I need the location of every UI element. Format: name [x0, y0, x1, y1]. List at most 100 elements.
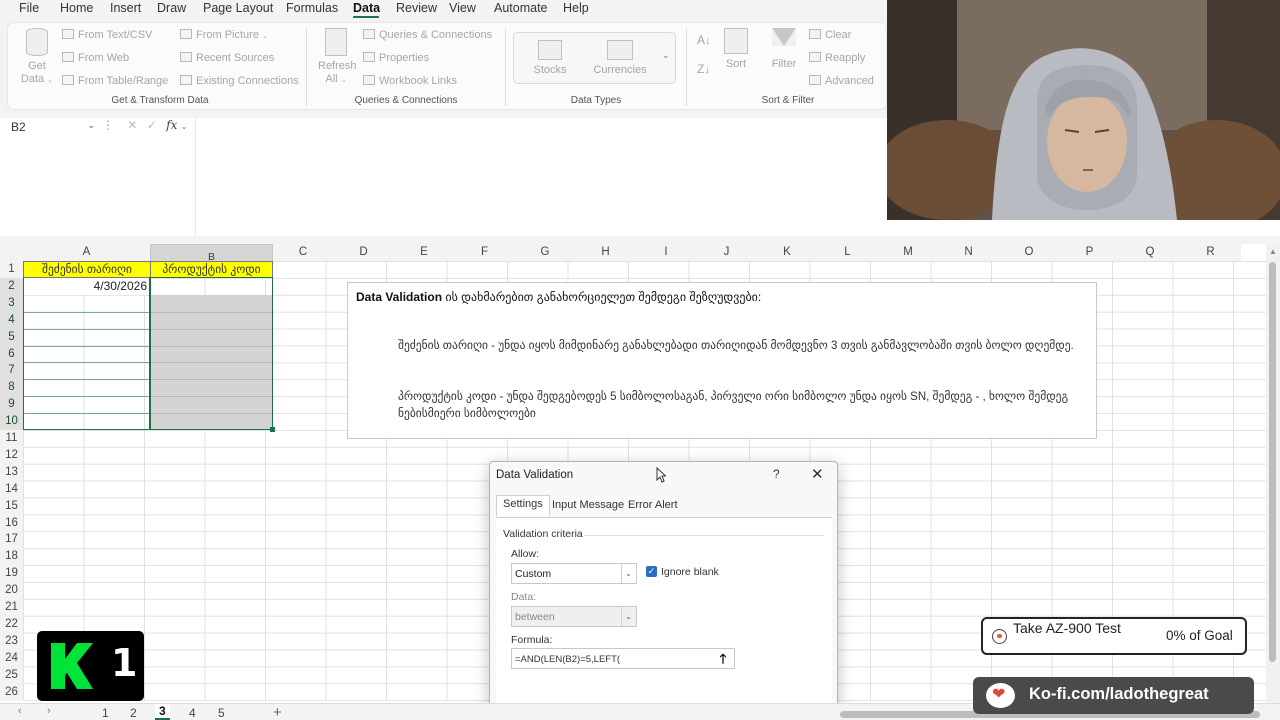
menu-review[interactable]: Review — [396, 1, 437, 15]
sort-descending-icon[interactable]: Z↓ — [697, 62, 710, 76]
column-header-e[interactable]: E — [394, 244, 454, 261]
row-header-18[interactable]: 18 — [0, 548, 23, 566]
row-header-8[interactable]: 8 — [0, 379, 23, 397]
row-header-3[interactable]: 3 — [0, 294, 23, 312]
next-sheet-icon[interactable]: › — [47, 705, 51, 717]
kofi-banner[interactable]: ❤ Ko-fi.com/ladothegreat — [973, 677, 1254, 714]
column-header-h[interactable]: H — [575, 244, 636, 261]
menu-insert[interactable]: Insert — [110, 1, 141, 15]
ignore-blank-checkbox[interactable]: ✓ — [646, 566, 657, 577]
select-all-corner[interactable] — [0, 244, 23, 261]
more-icon[interactable]: ⋮ — [102, 118, 114, 132]
clear-button[interactable]: Clear — [809, 29, 851, 41]
menu-formulas[interactable]: Formulas — [286, 1, 338, 15]
column-header-f[interactable]: F — [454, 244, 515, 261]
column-header-l[interactable]: L — [817, 244, 878, 261]
row-header-10[interactable]: 10 — [0, 413, 23, 431]
insert-function-button[interactable]: fx — [166, 118, 177, 132]
menu-data[interactable]: Data — [353, 1, 380, 15]
vertical-scroll-thumb[interactable] — [1269, 262, 1276, 662]
currencies-button[interactable]: Currencies — [592, 40, 648, 77]
filter-button[interactable]: Filter — [768, 28, 800, 71]
menu-home[interactable]: Home — [60, 1, 93, 15]
add-sheet-button[interactable]: + — [273, 704, 282, 720]
column-header-p[interactable]: P — [1059, 244, 1120, 261]
column-header-n[interactable]: N — [938, 244, 999, 261]
row-header-17[interactable]: 17 — [0, 531, 23, 549]
row-header-22[interactable]: 22 — [0, 615, 23, 633]
column-header-j[interactable]: J — [696, 244, 757, 261]
row-header-12[interactable]: 12 — [0, 446, 23, 464]
formula-field[interactable]: =AND(LEN(B2)=5,LEFT( 🡑 — [511, 648, 735, 669]
column-header-r[interactable]: R — [1180, 244, 1241, 261]
tab-settings[interactable]: Settings — [496, 495, 550, 516]
advanced-button[interactable]: Advanced — [809, 75, 874, 87]
sheet-tab-3[interactable]: 3 — [155, 704, 170, 720]
row-header-23[interactable]: 23 — [0, 632, 23, 650]
from-text-csv-button[interactable]: From Text/CSV — [62, 29, 152, 41]
column-header-a[interactable]: A — [23, 244, 150, 261]
row-header-11[interactable]: 11 — [0, 430, 23, 447]
row-header-15[interactable]: 15 — [0, 497, 23, 515]
cancel-icon[interactable]: ✕ — [127, 118, 137, 132]
scroll-up-icon[interactable]: ▲ — [1269, 247, 1277, 256]
row-header-9[interactable]: 9 — [0, 396, 23, 414]
menu-automate[interactable]: Automate — [494, 1, 548, 15]
prev-sheet-icon[interactable]: ‹ — [18, 705, 22, 717]
row-header-19[interactable]: 19 — [0, 565, 23, 583]
column-header-k[interactable]: K — [757, 244, 817, 261]
row-header-14[interactable]: 14 — [0, 480, 23, 498]
menu-page-layout[interactable]: Page Layout — [203, 1, 273, 15]
column-header-d[interactable]: D — [333, 244, 394, 261]
sheet-tab-4[interactable]: 4 — [189, 706, 196, 720]
existing-connections-button[interactable]: Existing Connections — [180, 75, 299, 87]
recent-sources-button[interactable]: Recent Sources — [180, 52, 274, 64]
row-header-21[interactable]: 21 — [0, 599, 23, 616]
cell-b1[interactable]: პროდუქტის კოდი — [150, 261, 273, 278]
row-header-6[interactable]: 6 — [0, 345, 23, 363]
column-header-i[interactable]: I — [636, 244, 696, 261]
enter-icon[interactable]: ✓ — [147, 118, 157, 132]
tab-input-message[interactable]: Input Message — [552, 499, 624, 511]
row-header-25[interactable]: 25 — [0, 666, 23, 684]
row-header-16[interactable]: 16 — [0, 514, 23, 532]
formula-input[interactable] — [195, 116, 887, 236]
menu-file[interactable]: File — [19, 1, 39, 15]
allow-select[interactable]: Custom ⌄ — [511, 563, 637, 584]
reapply-button[interactable]: Reapply — [809, 52, 865, 64]
menu-draw[interactable]: Draw — [157, 1, 186, 15]
workbook-links-button[interactable]: Workbook Links — [363, 75, 457, 87]
column-header-m[interactable]: M — [878, 244, 938, 261]
help-button[interactable]: ? — [773, 467, 780, 481]
get-data-button[interactable]: Get Data ⌄ — [20, 28, 54, 87]
tab-error-alert[interactable]: Error Alert — [628, 499, 678, 511]
kofi-goal-widget[interactable]: Take AZ-900 Test 0% of Goal — [981, 617, 1247, 655]
row-header-4[interactable]: 4 — [0, 311, 23, 329]
column-header-q[interactable]: Q — [1120, 244, 1180, 261]
sort-ascending-icon[interactable]: A↓ — [697, 33, 711, 47]
row-header-24[interactable]: 24 — [0, 649, 23, 667]
cell-a1[interactable]: შეძენის თარიღი — [23, 261, 151, 278]
row-header-2[interactable]: 2 — [0, 277, 23, 295]
row-header-1[interactable]: 1 — [0, 261, 23, 278]
vertical-scrollbar[interactable]: ▲ — [1266, 244, 1280, 714]
from-picture-button[interactable]: From Picture ⌄ — [180, 29, 268, 41]
row-header-20[interactable]: 20 — [0, 582, 23, 600]
sheet-tab-1[interactable]: 1 — [102, 706, 109, 720]
refresh-all-button[interactable]: Refresh All ⌄ — [318, 28, 357, 87]
fill-handle[interactable] — [270, 427, 275, 432]
row-header-7[interactable]: 7 — [0, 362, 23, 380]
column-header-g[interactable]: G — [515, 244, 575, 261]
range-selector-icon[interactable]: 🡑 — [713, 650, 733, 667]
column-header-o[interactable]: O — [999, 244, 1059, 261]
queries-connections-button[interactable]: Queries & Connections — [363, 29, 492, 41]
data-types-more-icon[interactable]: ⌄ — [662, 50, 670, 61]
properties-button[interactable]: Properties — [363, 52, 429, 64]
name-box[interactable]: B2 ⌄ — [7, 118, 97, 136]
from-web-button[interactable]: From Web — [62, 52, 129, 64]
active-cell-b2[interactable] — [150, 277, 273, 430]
instructions-textbox[interactable]: Data Validation ის დახმარებით განახორციე… — [347, 282, 1097, 439]
close-button[interactable]: ✕ — [811, 465, 824, 483]
menu-view[interactable]: View — [449, 1, 476, 15]
row-header-26[interactable]: 26 — [0, 683, 23, 701]
